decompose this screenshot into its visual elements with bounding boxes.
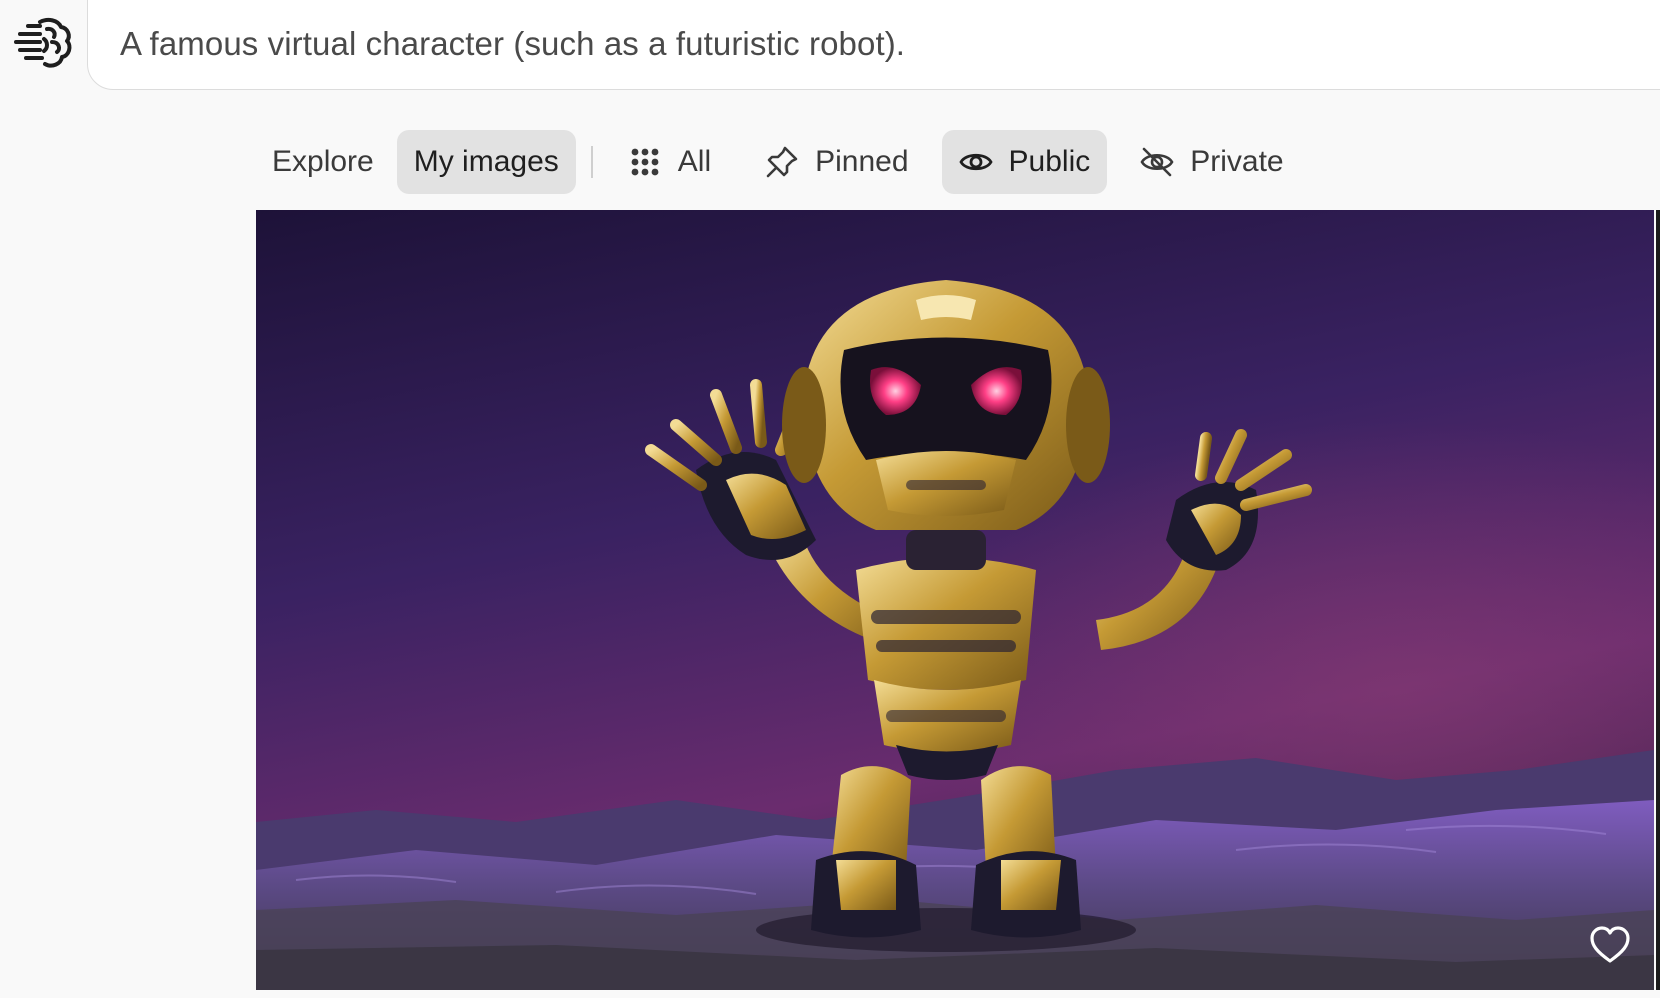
filter-public-label: Public <box>1008 145 1091 178</box>
filter-pinned-label: Pinned <box>815 145 909 178</box>
eye-off-icon <box>1140 145 1174 179</box>
tab-explore-label: Explore <box>272 145 374 178</box>
grid-dots-icon <box>628 145 662 179</box>
eye-icon <box>958 145 993 179</box>
filter-divider <box>590 146 593 178</box>
generated-robot-image <box>256 210 1654 990</box>
prompt-input[interactable]: A famous virtual character (such as a fu… <box>87 0 1660 90</box>
generated-image-card[interactable] <box>256 210 1654 990</box>
filter-public-button[interactable]: Public <box>941 130 1108 194</box>
tab-explore[interactable]: Explore <box>255 130 391 194</box>
heart-icon <box>1590 926 1630 963</box>
filter-private-label: Private <box>1190 145 1284 178</box>
brain-logo-icon[interactable] <box>14 12 74 72</box>
pin-icon <box>765 145 799 179</box>
tab-my-images[interactable]: My images <box>396 130 576 194</box>
prompt-text[interactable]: A famous virtual character (such as a fu… <box>120 25 905 63</box>
filter-pinned-button[interactable]: Pinned <box>748 130 925 194</box>
filter-all-button[interactable]: All <box>611 130 728 194</box>
filter-all-label: All <box>677 145 712 178</box>
favorite-button[interactable] <box>1588 924 1632 968</box>
image-filter-bar: Explore My images All Pinned Public Priv… <box>255 130 1301 194</box>
tab-my-images-label: My images <box>413 145 559 178</box>
filter-private-button[interactable]: Private <box>1123 130 1300 194</box>
adjacent-image-edge <box>1656 210 1660 990</box>
